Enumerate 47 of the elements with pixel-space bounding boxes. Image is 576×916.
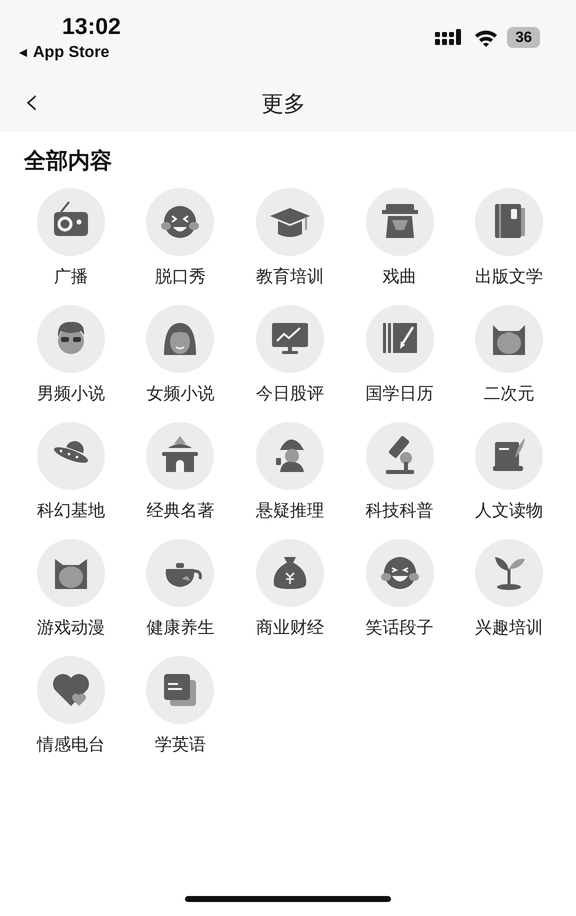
back-triangle-icon[interactable] (18, 48, 28, 58)
category-label[interactable]: 二次元 (484, 383, 535, 405)
category-label[interactable]: 悬疑推理 (256, 500, 324, 522)
clock-time: 13:02 (62, 12, 121, 40)
page-title: 更多 (262, 90, 306, 118)
category-label[interactable]: 戏曲 (382, 266, 417, 288)
temple-icon[interactable] (146, 422, 214, 490)
category-label[interactable]: 女频小说 (146, 383, 214, 405)
book-icon[interactable] (475, 188, 544, 256)
man-sunglasses-icon[interactable] (36, 305, 105, 373)
category-label[interactable]: 男频小说 (36, 383, 105, 405)
microscope-icon[interactable] (366, 422, 434, 490)
category-label[interactable]: 笑话段子 (366, 617, 434, 639)
sprout-icon[interactable] (475, 539, 544, 607)
scroll-quill-icon[interactable] (475, 422, 544, 490)
category-label[interactable]: 今日股评 (256, 383, 324, 405)
category-label[interactable]: 科技科普 (366, 500, 434, 522)
detective-icon[interactable] (256, 422, 324, 490)
section-title: 全部内容 (24, 148, 113, 176)
category-label[interactable]: 国学日历 (366, 383, 434, 405)
ufo-icon[interactable] (36, 422, 105, 490)
category-label[interactable]: 教育培训 (256, 266, 324, 288)
category-label[interactable]: 出版文学 (475, 266, 544, 288)
category-label[interactable]: 商业财经 (256, 617, 324, 639)
back-to-app-link[interactable]: App Store (33, 44, 110, 62)
category-label[interactable]: 经典名著 (146, 500, 214, 522)
category-label[interactable]: 健康养生 (146, 617, 214, 639)
category-label[interactable]: 游戏动漫 (36, 617, 105, 639)
category-label[interactable]: 学英语 (154, 734, 206, 756)
category-label[interactable]: 兴趣培训 (475, 617, 544, 639)
money-bag-icon[interactable] (256, 539, 324, 607)
grinning-face-icon[interactable] (366, 539, 434, 607)
chart-monitor-icon[interactable] (256, 305, 324, 373)
category-label[interactable]: 情感电台 (36, 734, 105, 756)
category-label[interactable]: 广播 (54, 266, 88, 288)
category-label[interactable]: 人文读物 (475, 500, 544, 522)
wifi-icon (474, 28, 498, 46)
teapot-icon[interactable] (146, 539, 214, 607)
back-button[interactable]: ‹ (16, 80, 48, 126)
woman-icon[interactable] (146, 305, 214, 373)
radio-icon[interactable] (36, 188, 105, 256)
category-label[interactable]: 科幻基地 (36, 500, 105, 522)
laughing-face-icon[interactable] (146, 188, 214, 256)
category-label[interactable]: 脱口秀 (154, 266, 206, 288)
graduation-cap-icon[interactable] (256, 188, 324, 256)
battery-level: 36 (507, 27, 540, 48)
brush-book-icon[interactable] (366, 305, 434, 373)
